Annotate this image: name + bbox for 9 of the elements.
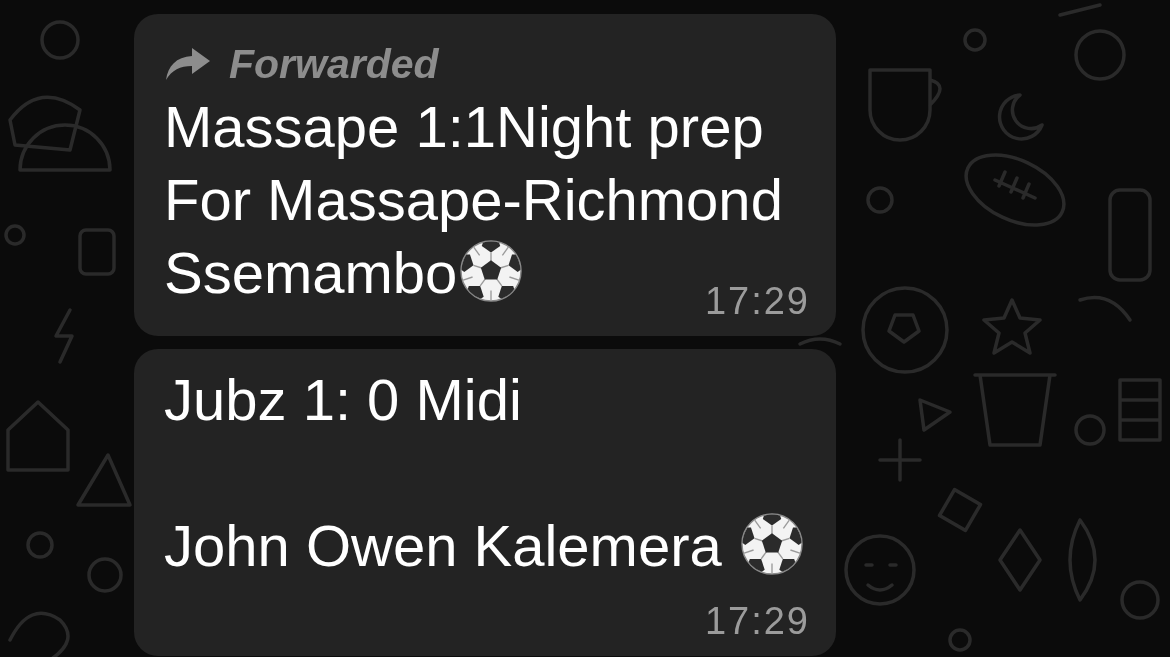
message-text: Jubz 1: 0 Midi xyxy=(164,367,522,432)
message-time: 17:29 xyxy=(704,602,810,640)
message-text: Massape 1:1Night prep xyxy=(164,94,764,159)
message-text: Ssemambo xyxy=(164,240,458,305)
curved-arrow-icon xyxy=(166,48,210,80)
message-text: John Owen Kalemera xyxy=(164,513,723,578)
message-text: For Massape-Richmond xyxy=(164,167,783,232)
message-time: 17:29 xyxy=(704,282,810,320)
forwarded-label: Forwarded xyxy=(229,40,439,88)
